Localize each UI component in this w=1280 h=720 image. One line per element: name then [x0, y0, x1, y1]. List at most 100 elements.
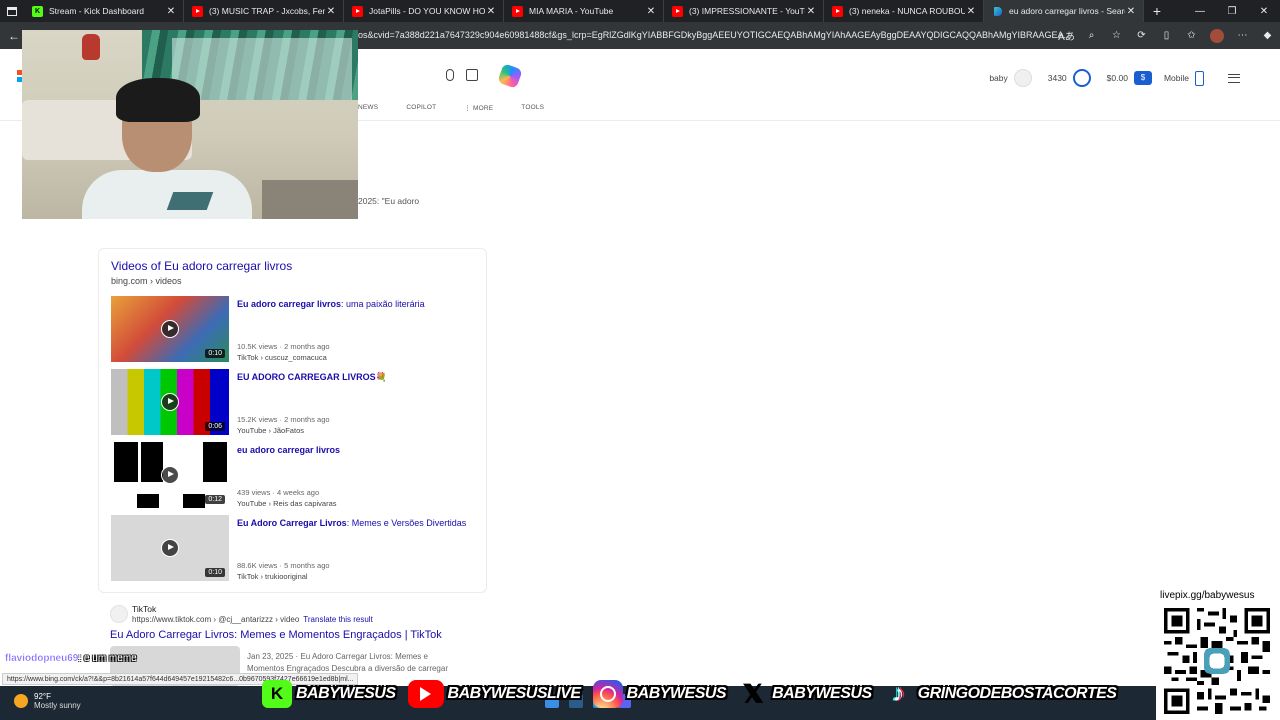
browser-tab[interactable]: (3) neneka - NUNCA ROUBOU C ✕ — [824, 0, 984, 22]
mobile-icon[interactable] — [1195, 70, 1204, 86]
close-icon[interactable]: ✕ — [645, 6, 657, 17]
tab-title: MIA MARIA - YouTube — [529, 6, 614, 16]
translate-link[interactable]: Translate this result — [303, 615, 373, 624]
play-icon[interactable] — [161, 320, 179, 338]
close-icon[interactable]: ✕ — [485, 6, 497, 17]
play-icon[interactable] — [161, 393, 179, 411]
scope-more[interactable]: ⋮ MORE — [464, 104, 493, 112]
video-title-rest: 💐 — [375, 372, 387, 382]
result-site-name[interactable]: TikTok — [132, 604, 156, 614]
webcam-person-shirt — [82, 170, 252, 219]
videos-card: Videos of Eu adoro carregar livros bing.… — [98, 248, 487, 593]
browser-tab-active[interactable]: eu adoro carregar livros - Search ✕ — [984, 0, 1144, 22]
video-item[interactable]: 0:10 Eu adoro carregar livros: uma paixã… — [111, 296, 481, 362]
video-thumbnail[interactable]: 0:12 — [111, 442, 229, 508]
browser-tab[interactable]: MIA MARIA - YouTube ✕ — [504, 0, 664, 22]
wallet-balance[interactable]: $0.00 — [1107, 73, 1128, 83]
video-title[interactable]: eu adoro carregar livros — [237, 444, 477, 457]
mobile-label[interactable]: Mobile — [1164, 73, 1189, 83]
video-item[interactable]: 0:10 Eu Adoro Carregar Livros: Memes e V… — [111, 515, 481, 581]
refresh-icon[interactable]: ⟳ — [1129, 30, 1154, 41]
video-thumbnail[interactable]: 0:10 — [111, 296, 229, 362]
close-window-icon[interactable]: ✕ — [1248, 6, 1280, 17]
url-field[interactable]: os&cvid=7a388d221a7647329c904e60981488cf… — [358, 27, 1068, 44]
microphone-icon[interactable] — [446, 69, 454, 81]
close-icon[interactable]: ✕ — [965, 6, 977, 17]
donation-link: livepix.gg/babywesus — [1160, 590, 1255, 601]
thumb-shape — [141, 442, 163, 482]
browser-tab[interactable]: K Stream - Kick Dashboard ✕ — [24, 0, 184, 22]
tab-title: (3) neneka - NUNCA ROUBOU C — [849, 6, 965, 16]
new-tab-icon[interactable]: + — [1144, 3, 1170, 19]
window-controls: — ❐ ✕ — [1184, 6, 1280, 17]
account-name[interactable]: baby — [989, 73, 1007, 83]
webcam-backpack — [82, 34, 100, 60]
hamburger-menu-icon[interactable] — [1228, 73, 1240, 83]
play-icon[interactable] — [161, 539, 179, 557]
wallet-icon[interactable]: $ — [1133, 71, 1152, 85]
video-meta: 10.5K views · 2 months ago — [237, 342, 330, 351]
rewards-points[interactable]: 3430 — [1048, 73, 1067, 83]
thumb-shape — [114, 442, 138, 482]
sun-icon — [14, 694, 28, 708]
search-scopes: NEWS COPILOT ⋮ MORE TOOLS — [358, 104, 544, 112]
socials-banner: K BABYWESUS BABYWESUSLIVE BABYWESUS 𝕏 BA… — [262, 678, 1117, 710]
close-icon[interactable]: ✕ — [325, 6, 337, 17]
video-thumbnail[interactable]: 0:06 — [111, 369, 229, 435]
more-options-icon[interactable]: ⋯ — [1230, 30, 1255, 41]
split-screen-icon[interactable]: ▯ — [1154, 30, 1179, 41]
favorites-icon[interactable]: ✩ — [1179, 30, 1204, 41]
browser-tab[interactable]: (3) IMPRESSIONANTE - YouTube ✕ — [664, 0, 824, 22]
result-url-text[interactable]: https://www.tiktok.com › @cj__antarizzz … — [132, 615, 299, 624]
video-title[interactable]: Eu adoro carregar livros: uma paixão lit… — [237, 298, 477, 311]
video-duration: 0:10 — [205, 349, 225, 358]
copilot-sidebar-icon[interactable]: ◆ — [1255, 30, 1280, 41]
social-handle: BABYWESUS — [772, 685, 872, 702]
video-title-bold: Eu adoro carregar livros — [237, 299, 342, 309]
video-meta: 88.6K views · 5 months ago — [237, 561, 330, 570]
close-icon[interactable]: ✕ — [1125, 6, 1137, 17]
tab-title: eu adoro carregar livros - Search — [1009, 6, 1125, 16]
browser-tab[interactable]: (3) MUSIC TRAP - Jxcobs, Femm ✕ — [184, 0, 344, 22]
qr-code-icon — [1164, 608, 1270, 714]
minimize-icon[interactable]: — — [1184, 6, 1216, 17]
tab-title: (3) IMPRESSIONANTE - YouTube — [689, 6, 805, 16]
video-item[interactable]: 0:12 eu adoro carregar livros 439 views … — [111, 442, 481, 508]
weather-widget[interactable]: 92°F Mostly sunny — [14, 692, 81, 710]
scope-copilot[interactable]: COPILOT — [406, 104, 436, 112]
tiktok-icon: ♪ — [892, 680, 905, 707]
profile-avatar[interactable] — [1210, 28, 1224, 43]
scope-tools[interactable]: TOOLS — [521, 104, 544, 112]
visual-search-icon[interactable] — [466, 69, 478, 81]
zoom-icon[interactable]: ⌕ — [1079, 30, 1104, 41]
thumb-shape — [203, 442, 227, 482]
copilot-icon[interactable] — [497, 63, 523, 89]
video-meta: 15.2K views · 2 months ago — [237, 415, 330, 424]
scope-more-label: MORE — [472, 105, 494, 112]
maximize-icon[interactable]: ❐ — [1216, 6, 1248, 17]
x-icon: 𝕏 — [743, 680, 763, 708]
tab-actions-icon[interactable] — [0, 0, 24, 22]
read-aloud-icon[interactable]: Aあ — [1054, 28, 1079, 43]
close-icon[interactable]: ✕ — [805, 6, 817, 17]
favorite-star-icon[interactable]: ☆ — [1104, 30, 1129, 41]
browser-tab[interactable]: JotaPills - DO YOU KNOW HOW ✕ — [344, 0, 504, 22]
thumb-shape — [137, 494, 159, 508]
video-thumbnail[interactable]: 0:10 — [111, 515, 229, 581]
result-snippet: Jan 23, 2025 · Eu Adoro Carregar Livros:… — [247, 652, 448, 673]
video-title-bold: EU ADORO CARREGAR LIVROS — [237, 372, 376, 382]
webcam-window — [172, 38, 352, 100]
video-title[interactable]: EU ADORO CARREGAR LIVROS💐 — [237, 371, 477, 384]
video-item[interactable]: 0:06 EU ADORO CARREGAR LIVROS💐 15.2K vie… — [111, 369, 481, 435]
kick-icon: K — [32, 5, 43, 17]
video-title[interactable]: Eu Adoro Carregar Livros: Memes e Versõe… — [237, 517, 477, 530]
person-icon[interactable] — [1013, 69, 1032, 87]
rewards-icon[interactable] — [1072, 69, 1091, 87]
result-title[interactable]: Eu Adoro Carregar Livros: Memes e Moment… — [110, 629, 442, 641]
videos-card-title[interactable]: Videos of Eu adoro carregar livros — [111, 259, 292, 273]
tab-title: Stream - Kick Dashboard — [49, 6, 144, 16]
scope-news[interactable]: NEWS — [358, 104, 378, 112]
tab-title: (3) MUSIC TRAP - Jxcobs, Femm — [209, 6, 325, 16]
close-icon[interactable]: ✕ — [165, 6, 177, 17]
play-icon[interactable] — [161, 466, 179, 484]
